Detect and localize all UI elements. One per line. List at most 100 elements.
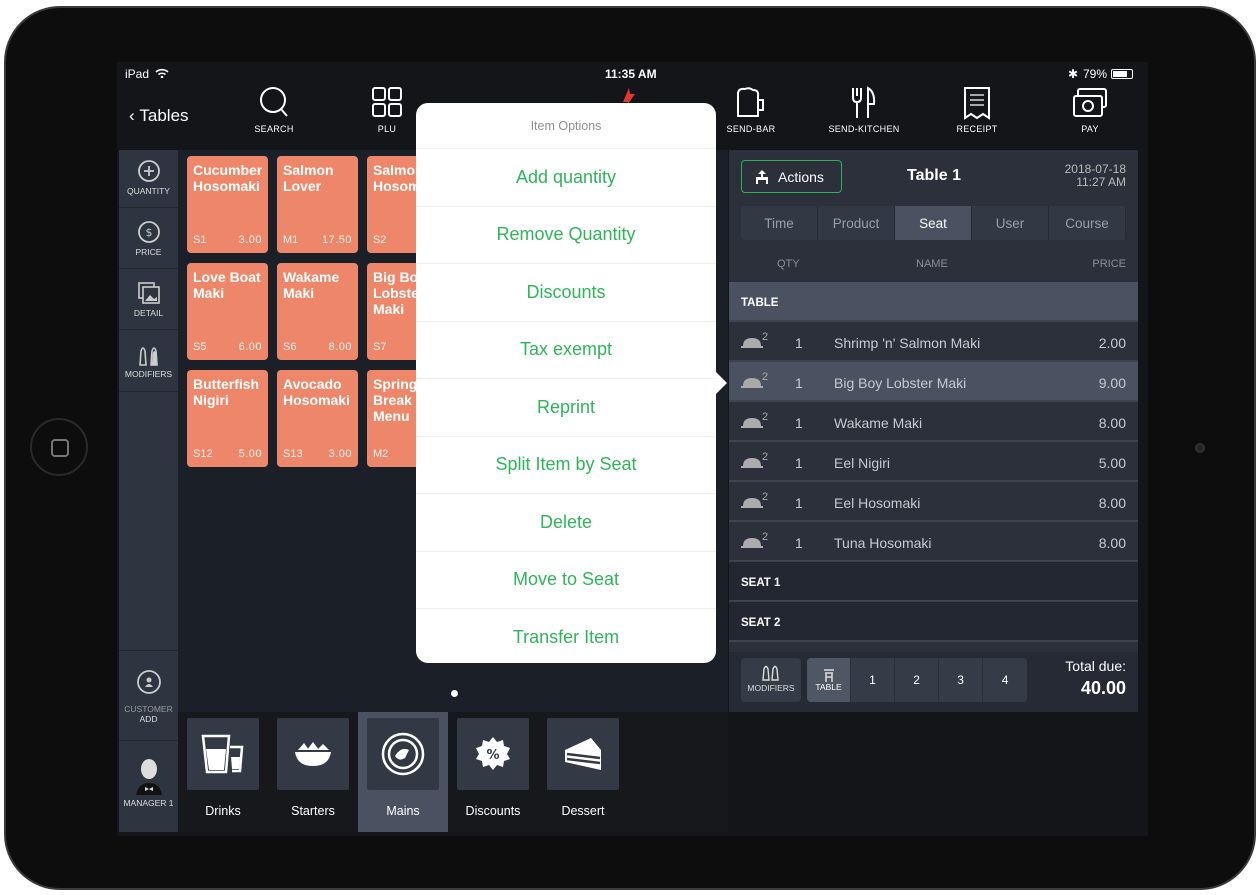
category-starters[interactable]: Starters [268,712,358,832]
order-timestamp: 2018-07-18 11:27 AM [1064,162,1126,189]
actions-button[interactable]: Actions [741,160,842,193]
order-item-row[interactable]: 2 1 Big Boy Lobster Maki 9.00 [729,362,1138,402]
total-due: Total due: 40.00 [1065,658,1126,698]
group-header-table[interactable]: TABLE [729,282,1138,322]
option-remove-quantity[interactable]: Remove Quantity [416,205,716,264]
item-price: 5.00 [1098,455,1126,471]
order-footer: MODIFIERS TABLE 1 2 3 4 Total due: 40.00 [729,652,1138,712]
dollar-circle-icon: $ [137,221,160,243]
seat-button[interactable]: 1 [851,658,896,702]
salad-bowl-icon [295,742,331,766]
course-cloche-icon [741,415,763,431]
product-price: 3.00 [238,234,262,246]
item-qty: 1 [795,335,803,351]
item-price: 9.00 [1098,375,1126,391]
option-reprint[interactable]: Reprint [416,378,716,436]
product-tile[interactable]: Avocado Hosomaki S13 3.00 [277,370,358,467]
receipt-icon [964,87,990,120]
stool-icon [823,669,834,682]
seat-selector: TABLE 1 2 3 4 [807,658,1027,702]
tab-seat[interactable]: Seat [895,206,972,240]
mains-plate-icon [381,732,425,776]
search-button[interactable]: SEARCH [224,86,324,134]
option-move-to-seat[interactable]: Move to Seat [416,550,716,609]
order-item-row[interactable]: 2 1 Eel Nigiri 5.00 [729,442,1138,482]
wifi-icon [155,68,169,78]
product-tile[interactable]: Cucumber Hosomaki S1 3.00 [187,156,268,253]
customer-add-button[interactable]: CUSTOMER ADD [119,650,178,741]
seat-button[interactable]: 4 [983,658,1027,702]
send-kitchen-button[interactable]: SEND-KITCHEN [814,86,914,134]
sidebar-detail[interactable]: DETAIL [119,269,178,330]
product-name: Love Boat Maki [193,269,261,301]
back-to-tables[interactable]: ‹ Tables [129,106,189,126]
svg-text:$: $ [145,226,152,239]
product-tile[interactable]: Salmon Lover M1 17.50 [277,156,358,253]
clock: 11:35 AM [605,67,657,81]
option-add-quantity[interactable]: Add quantity [416,148,716,206]
actions-icon [756,169,768,184]
sidebar-quantity[interactable]: QUANTITY [119,150,178,208]
option-transfer-item[interactable]: Transfer Item [416,608,716,666]
product-code: S7 [373,341,387,353]
seat-header[interactable]: SEAT 1 [729,562,1138,602]
order-item-row[interactable]: 2 1 Wakame Maki 8.00 [729,402,1138,442]
discount-badge-icon: % [476,737,510,770]
order-item-row[interactable]: 2 1 Tuna Hosomaki 8.00 [729,522,1138,562]
product-price: 5.00 [238,448,262,460]
product-tile[interactable]: Love Boat Maki S5 6.00 [187,263,268,360]
pay-button[interactable]: PAY [1040,86,1140,134]
item-options-popover: Item Options Add quantity Remove Quantity… [416,103,716,663]
cash-icon [1073,88,1107,117]
item-price: 8.00 [1098,415,1126,431]
seat-header[interactable]: SEAT 2 [729,602,1138,642]
item-price: 8.00 [1098,535,1126,551]
sidebar-price[interactable]: $ PRICE [119,208,178,269]
product-name: Avocado Hosomaki [283,376,350,408]
page-indicator[interactable] [451,690,458,697]
popover-title: Item Options [530,119,602,133]
send-bar-button[interactable]: SEND-BAR [701,86,801,134]
item-name: Big Boy Lobster Maki [834,375,967,391]
tab-course[interactable]: Course [1049,206,1126,240]
seat-button[interactable]: 3 [939,658,984,702]
category-mains[interactable]: Mains [358,712,448,832]
item-qty: 1 [795,535,803,551]
tab-product[interactable]: Product [818,206,895,240]
product-price: 17.50 [321,234,352,246]
product-code: S2 [373,234,387,246]
category-dessert[interactable]: Dessert [538,712,628,832]
product-tile[interactable]: Butterfish Nigiri S12 5.00 [187,370,268,467]
customer-icon [136,670,161,694]
sidebar-modifiers[interactable]: MODIFIERS [119,330,178,392]
camera [1195,443,1205,453]
course-number: 2 [762,371,769,383]
seat-table-button[interactable]: TABLE [807,658,852,702]
cake-slice-icon [565,738,601,770]
tab-user[interactable]: User [972,206,1049,240]
product-code: M1 [283,234,299,246]
course-cloche-icon [741,535,763,551]
product-price: 8.00 [328,341,352,353]
order-item-row[interactable]: 2 1 Shrimp 'n' Salmon Maki 2.00 [729,322,1138,362]
svg-text:%: % [486,748,499,763]
order-item-row[interactable]: 2 1 Eel Hosomaki 8.00 [729,482,1138,522]
tab-time[interactable]: Time [741,206,818,240]
home-button[interactable] [30,418,88,476]
product-name: Cucumber Hosomaki [193,162,263,194]
receipt-button[interactable]: RECEIPT [927,86,1027,134]
option-discounts[interactable]: Discounts [416,263,716,321]
sidebar: QUANTITY $ PRICE DETAIL MODIFIERS CUSTOME… [119,150,178,832]
grid-icon [372,87,402,117]
column-headers: QTY NAME PRICE [777,258,1126,270]
product-tile[interactable]: Wakame Maki S6 8.00 [277,263,358,360]
category-drinks[interactable]: Drinks [178,712,268,832]
user-manager[interactable]: MANAGER 1 [119,741,178,832]
option-delete[interactable]: Delete [416,493,716,551]
seat-button[interactable]: 2 [895,658,940,702]
course-number: 2 [762,491,769,503]
option-split-item-by-seat[interactable]: Split Item by Seat [416,435,716,494]
category-discounts[interactable]: % Discounts [448,712,538,832]
option-tax-exempt[interactable]: Tax exempt [416,320,716,379]
footer-modifiers-button[interactable]: MODIFIERS [741,658,801,702]
